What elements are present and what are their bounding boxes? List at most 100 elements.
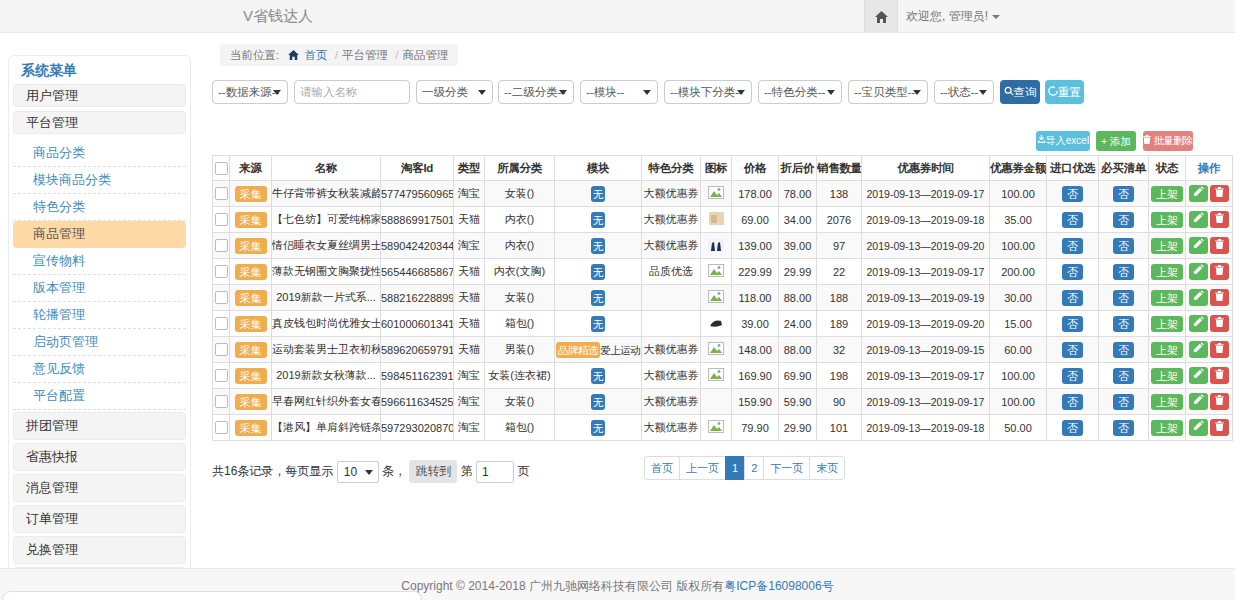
sidebar-item-宣传物料[interactable]: 宣传物料 — [13, 248, 186, 275]
status-toggle[interactable]: 上架 — [1151, 342, 1183, 358]
sidebar-item-版本管理[interactable]: 版本管理 — [13, 275, 186, 302]
sidebar-item-商品分类[interactable]: 商品分类 — [13, 140, 186, 167]
edit-button[interactable] — [1189, 289, 1208, 306]
row-checkbox[interactable] — [215, 395, 228, 408]
pager-1[interactable]: 1 — [725, 456, 745, 480]
delete-button[interactable] — [1210, 393, 1229, 410]
sidebar-group-兑换管理[interactable]: 兑换管理 — [13, 536, 186, 564]
filter-module-sub-select[interactable]: --模块下分类-- — [664, 80, 752, 104]
filter-status-select[interactable]: --状态-- — [934, 80, 994, 104]
status-toggle[interactable]: 上架 — [1151, 368, 1183, 384]
status-toggle[interactable]: 上架 — [1151, 186, 1183, 202]
page-size-select[interactable]: 10 — [337, 461, 379, 483]
must-buy-toggle[interactable]: 否 — [1113, 368, 1134, 384]
sidebar-group-消息管理[interactable]: 消息管理 — [13, 474, 186, 502]
delete-button[interactable] — [1210, 263, 1229, 280]
must-buy-toggle[interactable]: 否 — [1113, 238, 1134, 254]
edit-button[interactable] — [1189, 185, 1208, 202]
icp-link[interactable]: 粤ICP备16098006号 — [724, 579, 833, 593]
filter-item-type-select[interactable]: --宝贝类型-- — [848, 80, 928, 104]
must-buy-toggle[interactable]: 否 — [1113, 342, 1134, 358]
filter-name-input[interactable]: 请输入名称 — [294, 80, 410, 104]
pager-下一页[interactable]: 下一页 — [763, 456, 810, 480]
sidebar-item-平台配置[interactable]: 平台配置 — [13, 383, 186, 410]
sidebar-item-启动页管理[interactable]: 启动页管理 — [13, 329, 186, 356]
status-toggle[interactable]: 上架 — [1151, 238, 1183, 254]
filter-cat2-select[interactable]: --二级分类-- — [498, 80, 574, 104]
edit-button[interactable] — [1189, 315, 1208, 332]
edit-button[interactable] — [1189, 367, 1208, 384]
row-checkbox[interactable] — [215, 317, 228, 330]
filter-module-select[interactable]: --模块-- — [580, 80, 658, 104]
status-toggle[interactable]: 上架 — [1151, 290, 1183, 306]
edit-button[interactable] — [1189, 263, 1208, 280]
batch-delete-button[interactable]: 批量删除 — [1143, 131, 1193, 151]
delete-button[interactable] — [1210, 419, 1229, 436]
row-checkbox[interactable] — [215, 265, 228, 278]
sidebar-item-模块商品分类[interactable]: 模块商品分类 — [13, 167, 186, 194]
import-excel-button[interactable]: 导入excel — [1036, 131, 1090, 151]
status-toggle[interactable]: 上架 — [1151, 420, 1183, 436]
edit-button[interactable] — [1189, 211, 1208, 228]
status-toggle[interactable]: 上架 — [1151, 212, 1183, 228]
sidebar-group-拼团管理[interactable]: 拼团管理 — [13, 412, 186, 440]
row-checkbox[interactable] — [215, 213, 228, 226]
row-checkbox[interactable] — [215, 291, 228, 304]
imported-toggle[interactable]: 否 — [1062, 316, 1083, 332]
must-buy-toggle[interactable]: 否 — [1113, 316, 1134, 332]
delete-button[interactable] — [1210, 237, 1229, 254]
edit-button[interactable] — [1189, 393, 1208, 410]
select-all-checkbox[interactable] — [215, 162, 228, 175]
status-toggle[interactable]: 上架 — [1151, 264, 1183, 280]
imported-toggle[interactable]: 否 — [1062, 368, 1083, 384]
pager-2[interactable]: 2 — [744, 456, 764, 480]
imported-toggle[interactable]: 否 — [1062, 212, 1083, 228]
row-checkbox[interactable] — [215, 239, 228, 252]
must-buy-toggle[interactable]: 否 — [1113, 420, 1134, 436]
query-button[interactable]: 查询 — [1000, 80, 1040, 104]
row-checkbox[interactable] — [215, 369, 228, 382]
add-button[interactable]: + 添加 — [1096, 131, 1136, 151]
status-toggle[interactable]: 上架 — [1151, 394, 1183, 410]
sidebar-group-订单管理[interactable]: 订单管理 — [13, 505, 186, 533]
filter-feature-select[interactable]: --特色分类-- — [758, 80, 842, 104]
jump-page-input[interactable]: 1 — [476, 461, 514, 483]
delete-button[interactable] — [1210, 289, 1229, 306]
sidebar-item-特色分类[interactable]: 特色分类 — [13, 194, 186, 221]
delete-button[interactable] — [1210, 211, 1229, 228]
reset-button[interactable]: 重置 — [1045, 80, 1084, 104]
imported-toggle[interactable]: 否 — [1062, 394, 1083, 410]
must-buy-toggle[interactable]: 否 — [1113, 394, 1134, 410]
jump-button[interactable]: 跳转到 — [409, 460, 457, 483]
status-toggle[interactable]: 上架 — [1151, 316, 1183, 332]
imported-toggle[interactable]: 否 — [1062, 342, 1083, 358]
edit-button[interactable] — [1189, 237, 1208, 254]
delete-button[interactable] — [1210, 185, 1229, 202]
imported-toggle[interactable]: 否 — [1062, 186, 1083, 202]
pager-末页[interactable]: 末页 — [809, 456, 845, 480]
sidebar-group-平台管理[interactable]: 平台管理 — [13, 111, 186, 134]
must-buy-toggle[interactable]: 否 — [1113, 290, 1134, 306]
edit-button[interactable] — [1189, 419, 1208, 436]
row-checkbox[interactable] — [215, 187, 228, 200]
home-button[interactable] — [864, 0, 898, 32]
sidebar-item-商品管理[interactable]: 商品管理 — [13, 221, 186, 248]
pager-上一页[interactable]: 上一页 — [679, 456, 726, 480]
edit-button[interactable] — [1189, 341, 1208, 358]
filter-source-select[interactable]: --数据来源-- — [212, 80, 288, 104]
delete-button[interactable] — [1210, 367, 1229, 384]
sidebar-group-省惠快报[interactable]: 省惠快报 — [13, 443, 186, 471]
sidebar-item-轮播管理[interactable]: 轮播管理 — [13, 302, 186, 329]
delete-button[interactable] — [1210, 315, 1229, 332]
filter-cat1-select[interactable]: 一级分类 — [416, 80, 493, 104]
row-checkbox[interactable] — [215, 421, 228, 434]
sidebar-group-用户管理[interactable]: 用户管理 — [13, 84, 186, 107]
pager-首页[interactable]: 首页 — [644, 456, 680, 480]
user-menu[interactable]: 欢迎您, 管理员! — [906, 0, 1000, 32]
must-buy-toggle[interactable]: 否 — [1113, 212, 1134, 228]
row-checkbox[interactable] — [215, 343, 228, 356]
sidebar-item-意见反馈[interactable]: 意见反馈 — [13, 356, 186, 383]
must-buy-toggle[interactable]: 否 — [1113, 264, 1134, 280]
imported-toggle[interactable]: 否 — [1062, 238, 1083, 254]
imported-toggle[interactable]: 否 — [1062, 290, 1083, 306]
